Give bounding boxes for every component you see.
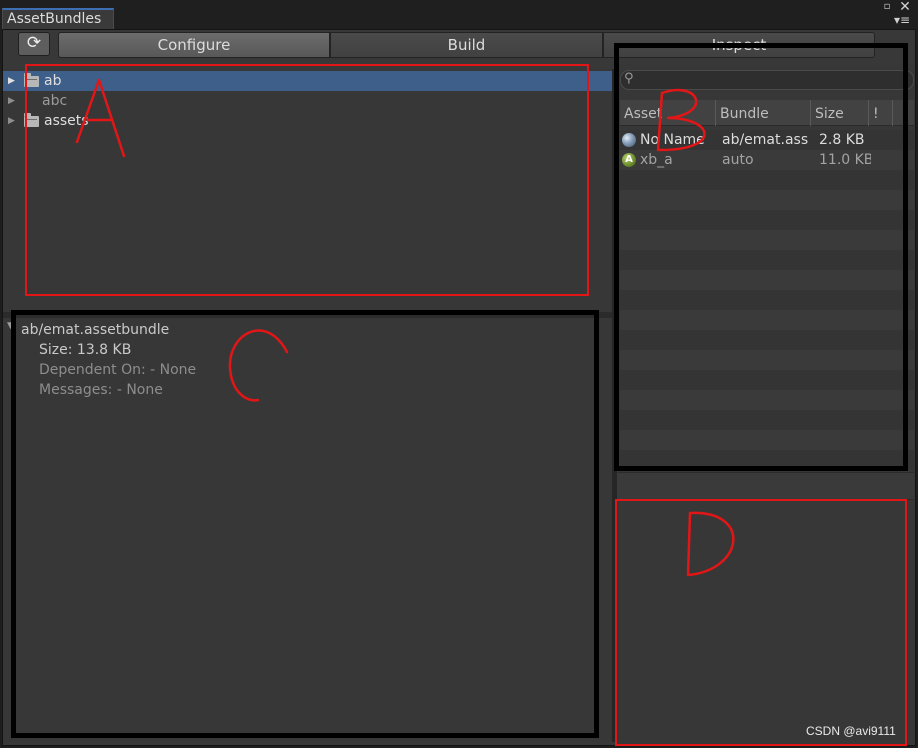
expand-arrow-icon[interactable]: ▶ (8, 91, 18, 111)
window-title-bar (0, 0, 918, 30)
refresh-button[interactable]: ⟳ (18, 32, 50, 56)
annotation-box-c (11, 310, 599, 738)
expand-arrow-icon[interactable]: ▶ (8, 111, 18, 131)
close-icon[interactable]: ✕ (898, 0, 912, 14)
maximize-icon[interactable]: ▫ (882, 2, 892, 12)
window-menu-icon[interactable]: ▾≡ (892, 14, 912, 26)
tab-configure[interactable]: Configure (58, 32, 330, 58)
annotation-box-a (25, 64, 589, 296)
expand-arrow-icon[interactable]: ▶ (8, 71, 18, 91)
tab-build[interactable]: Build (330, 32, 603, 58)
refresh-icon: ⟳ (26, 33, 42, 53)
watermark: CSDN @avi9111 (806, 724, 896, 738)
annotation-box-b (614, 43, 908, 471)
annotation-box-d (615, 499, 907, 746)
asset-list-footer (617, 472, 914, 500)
window-tab-assetbundles[interactable]: AssetBundles (2, 8, 114, 30)
